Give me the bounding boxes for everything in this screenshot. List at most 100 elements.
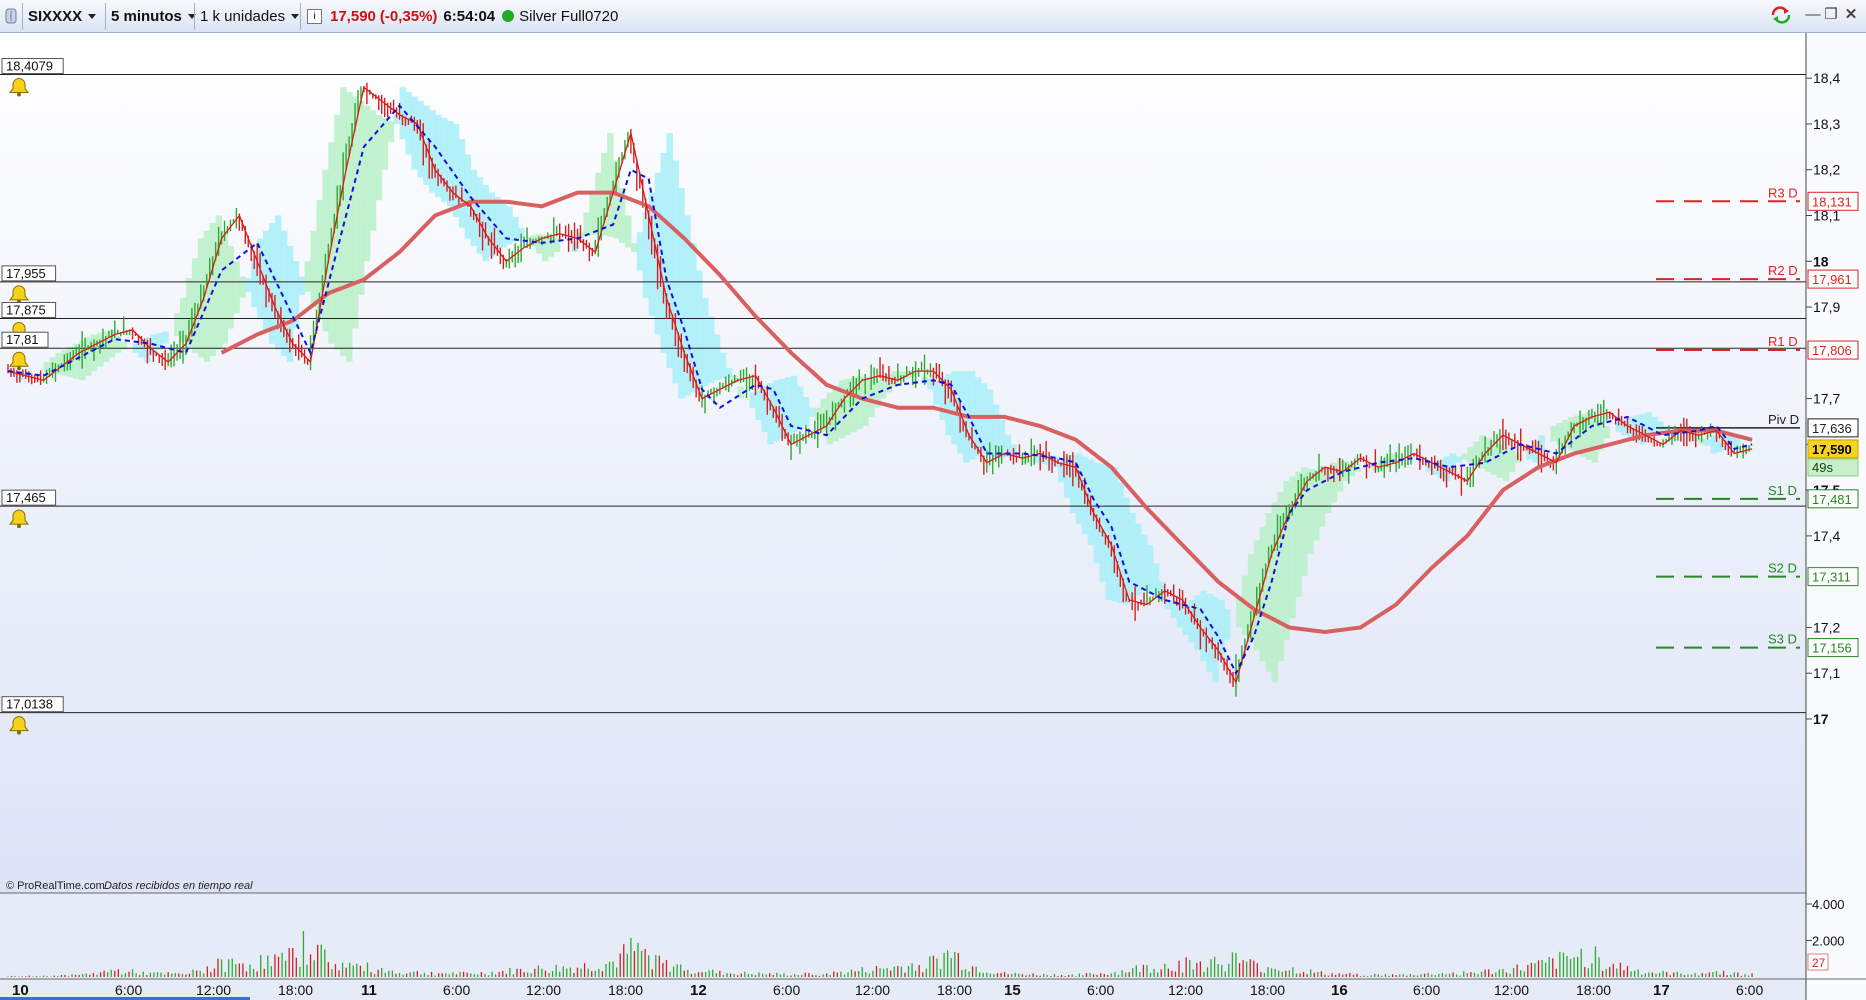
level-label: 18,4079: [6, 59, 53, 74]
cloud-segment: [933, 380, 940, 405]
cloud-segment: [796, 386, 804, 430]
volume-panel-background: [0, 893, 1806, 1000]
level-label: 17,875: [6, 302, 46, 317]
cloud-segment: [636, 232, 644, 271]
volume-last-label: 27: [1812, 956, 1826, 970]
level-label: 17,465: [6, 490, 46, 505]
cloud-segment: [1455, 456, 1462, 463]
cloud-segment: [1123, 497, 1130, 605]
cloud-segment: [1105, 465, 1112, 600]
cloud-segment: [1212, 596, 1219, 683]
cloud-segment: [500, 201, 507, 248]
cloud-segment: [630, 242, 638, 253]
x-tick-label: 18:00: [1576, 982, 1611, 998]
x-tick-label: 16: [1331, 982, 1348, 999]
cloud-segment: [541, 235, 549, 262]
x-tick-label: 6:00: [1413, 982, 1440, 998]
x-tick-label: 18:00: [278, 982, 313, 998]
cloud-segment: [1307, 468, 1314, 555]
connection-status-icon: [502, 10, 515, 22]
cloud-segment: [233, 261, 240, 314]
cloud-segment: [1141, 534, 1148, 591]
cloud-segment: [304, 261, 312, 292]
y-tick-label: 17,1: [1813, 665, 1840, 681]
pivot-price-label: 17,961: [1812, 272, 1852, 287]
symbol-selector[interactable]: SIXXXX: [28, 4, 97, 28]
pivot-name: R3 D: [1768, 185, 1798, 200]
pivot-price-label: 18,131: [1812, 194, 1852, 209]
cloud-segment: [1111, 467, 1118, 602]
chart-menu-icon[interactable]: [3, 4, 19, 28]
pivot-price-label: 17,806: [1812, 343, 1852, 358]
timeframe-label: 5 minutos: [111, 7, 182, 25]
footer-realtime-text: Datos recibidos en tiempo real: [104, 880, 253, 892]
cloud-segment: [1550, 426, 1557, 442]
cloud-segment: [334, 114, 341, 350]
cloud-segment: [1146, 545, 1154, 594]
cloud-segment: [1224, 609, 1231, 640]
x-tick-label: 12:00: [526, 982, 561, 998]
x-tick-label: 10: [12, 982, 29, 999]
x-tick-label: 6:00: [443, 982, 470, 998]
cloud-segment: [1603, 426, 1611, 439]
y-tick-label: 17,2: [1813, 619, 1840, 635]
x-tick-label: 11: [361, 982, 377, 999]
clock-time: 6:54:04: [443, 7, 496, 25]
cloud-segment: [702, 297, 709, 387]
chart-toolbar: SIXXXX 5 minutos 1 k unidades i 17,590 (…: [0, 0, 1866, 33]
y-tick-label: 18,3: [1813, 116, 1840, 132]
pivot-name: S3 D: [1768, 632, 1797, 647]
footer-copyright: © ProRealTime.com: [6, 880, 105, 892]
cloud-segment: [713, 334, 721, 381]
y-tick-label: 17,7: [1813, 391, 1840, 407]
axis-background: [1806, 33, 1866, 1000]
units-label: 1 k unidades: [200, 7, 286, 25]
pivot-name: S1 D: [1768, 483, 1797, 498]
instrument-info[interactable]: i 17,590 (-0,35%) 6:54:04 Silver Full072…: [307, 4, 618, 28]
refresh-arrows-icon[interactable]: [1770, 6, 1791, 24]
info-icon[interactable]: i: [307, 8, 322, 24]
y-tick-label: 17: [1813, 711, 1829, 727]
cloud-segment: [1093, 462, 1101, 564]
cloud-segment: [310, 230, 317, 308]
cloud-segment: [1461, 453, 1468, 460]
timeframe-selector[interactable]: 5 minutos: [111, 4, 196, 28]
pivot-price-label: 17,156: [1812, 641, 1852, 656]
restore-icon[interactable]: ❐: [1822, 6, 1840, 24]
y-tick-label: 18,4: [1813, 70, 1840, 86]
x-tick-label: 18:00: [608, 982, 643, 998]
x-tick-label: 12:00: [855, 982, 890, 998]
symbol-label: SIXXXX: [28, 7, 83, 25]
cloud-segment: [1265, 513, 1273, 672]
current-price-label: 17,590: [1812, 442, 1852, 457]
chevron-down-icon: [291, 13, 300, 19]
minimize-icon[interactable]: —: [1804, 6, 1822, 24]
close-icon[interactable]: ✕: [1842, 6, 1860, 24]
pivot-price-label: 17,481: [1812, 492, 1852, 507]
pivot-price-label: 17,636: [1812, 421, 1852, 436]
cloud-segment: [298, 276, 306, 295]
cloud-segment: [1657, 421, 1664, 431]
cloud-segment: [227, 245, 234, 329]
x-tick-label: 12:00: [1494, 982, 1529, 998]
plot-background: [0, 33, 1806, 893]
cloud-segment: [369, 110, 377, 231]
price-chart[interactable]: 18,4079 17,955 17,875 17,81 17,465 17,0138 R3…: [0, 33, 1866, 1000]
x-tick-label: 6:00: [1736, 982, 1763, 998]
cloud-segment: [719, 352, 727, 379]
cloud-segment: [162, 331, 169, 344]
cloud-segment: [708, 316, 715, 384]
cloud-segment: [245, 278, 252, 292]
x-tick-label: 18:00: [937, 982, 972, 998]
level-label: 17,81: [6, 332, 39, 347]
countdown-label: 49s: [1812, 460, 1833, 475]
cloud-segment: [464, 154, 472, 239]
chevron-down-icon: [88, 13, 97, 19]
units-selector[interactable]: 1 k unidades: [200, 4, 300, 28]
cloud-segment: [666, 133, 673, 369]
pivot-name: S2 D: [1768, 561, 1797, 576]
cloud-segment: [512, 217, 519, 242]
cloud-segment: [1206, 593, 1213, 672]
cloud-segment: [363, 105, 371, 262]
cloud-segment: [1704, 439, 1712, 446]
